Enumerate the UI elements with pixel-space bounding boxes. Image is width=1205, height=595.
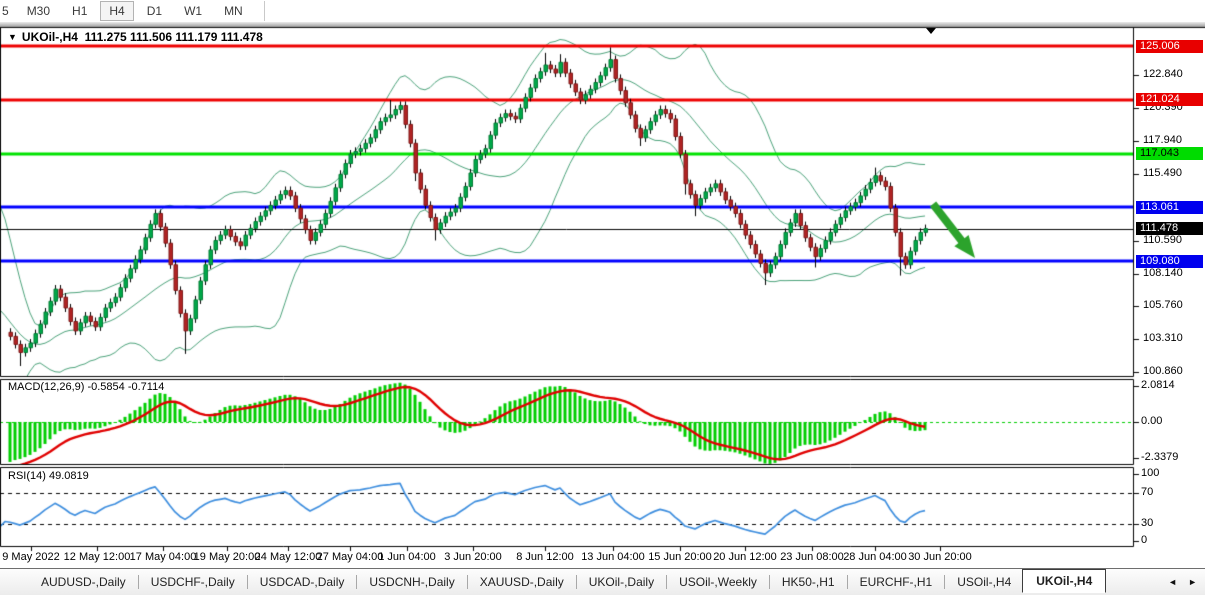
time-tick: 15 Jun 20:00 xyxy=(648,551,712,563)
rsi-scale-100: 100 xyxy=(1141,467,1159,479)
price-tick-105.760: 105.760 xyxy=(1143,299,1183,311)
price-tick-115.490: 115.490 xyxy=(1143,167,1182,179)
time-tick: 30 Jun 20:00 xyxy=(908,551,972,563)
tab-usdcnh-daily[interactable]: USDCNH-,Daily xyxy=(358,572,465,592)
tab-eurchf-h1[interactable]: EURCHF-,H1 xyxy=(849,572,944,592)
tab-usdcad-daily[interactable]: USDCAD-,Daily xyxy=(249,572,356,592)
time-tick: 13 Jun 04:00 xyxy=(581,551,645,563)
tab-separator xyxy=(247,575,248,589)
tab-usoil-h4[interactable]: USOil-,H4 xyxy=(946,572,1022,592)
time-tick: 28 Jun 04:00 xyxy=(843,551,907,563)
tab-separator xyxy=(769,575,770,589)
tab-audusd-daily[interactable]: AUDUSD-,Daily xyxy=(30,572,137,592)
time-tick: 27 May 04:00 xyxy=(317,551,384,563)
tab-separator xyxy=(944,575,945,589)
trading-terminal: 5M30H1H4D1W1MN ▼UKOil-,H4 111.275 111.50… xyxy=(0,0,1205,595)
time-tick: 8 Jun 12:00 xyxy=(516,551,574,563)
tab-ukoil-h4[interactable]: UKOil-,H4 xyxy=(1022,569,1106,593)
time-tick: 1 Jun 04:00 xyxy=(378,551,436,563)
time-tick: 9 May 2022 xyxy=(2,551,59,563)
price-tick-100.860: 100.860 xyxy=(1143,365,1183,377)
macd-indicator-label: MACD(12,26,9) -0.5854 -0.7114 xyxy=(8,381,164,393)
rsi-indicator-label: RSI(14) 49.0819 xyxy=(8,470,89,482)
macd-scale--2.3379: -2.3379 xyxy=(1141,451,1178,463)
rsi-scale-30: 30 xyxy=(1141,517,1153,529)
time-tick: 19 May 20:00 xyxy=(194,551,261,563)
chart-symbol-period: UKOil-,H4 xyxy=(22,30,78,44)
tab-separator xyxy=(356,575,357,589)
price-level-tag-113.061: 113.061 xyxy=(1136,201,1203,214)
tabs-scroll-right-icon[interactable]: ► xyxy=(1188,577,1197,587)
price-chart-canvas[interactable] xyxy=(0,0,1205,568)
price-level-tag-111.478: 111.478 xyxy=(1136,222,1203,235)
price-tick-108.140: 108.140 xyxy=(1143,267,1183,279)
chart-ohlc-values: 111.275 111.506 111.179 111.478 xyxy=(85,30,263,44)
price-level-tag-125.006: 125.006 xyxy=(1136,40,1203,53)
chart-tabs-bar: AUDUSD-,DailyUSDCHF-,DailyUSDCAD-,DailyU… xyxy=(0,568,1205,595)
price-level-tag-109.080: 109.080 xyxy=(1136,255,1203,268)
tab-ukoil-daily[interactable]: UKOil-,Daily xyxy=(578,572,665,592)
tab-hk50-h1[interactable]: HK50-,H1 xyxy=(771,572,846,592)
rsi-scale-0: 0 xyxy=(1141,534,1147,546)
price-tick-110.590: 110.590 xyxy=(1143,234,1182,246)
price-tick-117.940: 117.940 xyxy=(1143,134,1182,146)
price-level-tag-117.043: 117.043 xyxy=(1136,147,1203,160)
price-tick-103.310: 103.310 xyxy=(1143,332,1183,344)
symbol-dropdown-icon[interactable]: ▼ xyxy=(8,32,17,42)
tab-separator xyxy=(467,575,468,589)
tab-separator xyxy=(138,575,139,589)
tab-usoil-weekly[interactable]: USOil-,Weekly xyxy=(668,572,768,592)
tab-xauusd-daily[interactable]: XAUUSD-,Daily xyxy=(469,572,575,592)
tab-separator xyxy=(666,575,667,589)
time-tick: 23 Jun 08:00 xyxy=(780,551,844,563)
price-level-tag-121.024: 121.024 xyxy=(1136,93,1203,106)
tab-usdchf-daily[interactable]: USDCHF-,Daily xyxy=(140,572,246,592)
time-tick: 3 Jun 20:00 xyxy=(444,551,502,563)
rsi-scale-70: 70 xyxy=(1141,486,1153,498)
tabs-scroll-left-icon[interactable]: ◄ xyxy=(1168,577,1177,587)
auto-scroll-marker-icon[interactable] xyxy=(926,28,936,34)
price-tick-122.840: 122.840 xyxy=(1143,68,1183,80)
time-tick: 24 May 12:00 xyxy=(255,551,322,563)
tab-separator xyxy=(576,575,577,589)
tab-scroll-controls: ◄ ► xyxy=(1168,577,1205,587)
tab-separator xyxy=(847,575,848,589)
chart-title: ▼ UKOil-,H4 111.275 111.506 111.179 111.4… xyxy=(8,30,263,44)
macd-scale-2.0814: 2.0814 xyxy=(1141,379,1175,391)
time-tick: 17 May 04:00 xyxy=(130,551,197,563)
macd-scale-0.00: 0.00 xyxy=(1141,415,1162,427)
time-tick: 20 Jun 12:00 xyxy=(713,551,777,563)
time-tick: 12 May 12:00 xyxy=(64,551,131,563)
chart-tabs: AUDUSD-,DailyUSDCHF-,DailyUSDCAD-,DailyU… xyxy=(0,572,1106,593)
